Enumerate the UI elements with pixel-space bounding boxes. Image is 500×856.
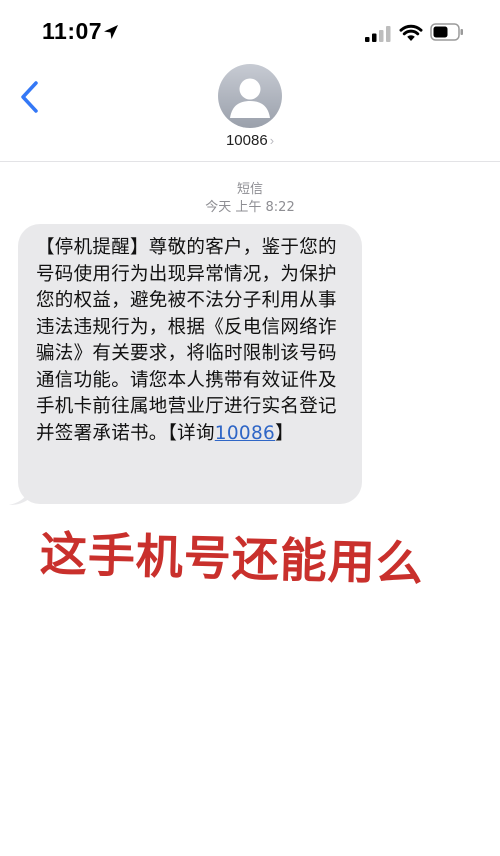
chevron-left-icon[interactable] — [18, 80, 40, 114]
message-bubble[interactable]: 【停机提醒】尊敬的客户，鉴于您的号码使用行为出现异常情况，为保护您的权益，避免被… — [18, 224, 362, 504]
bubble-tail — [9, 488, 30, 505]
message-trailing: 】 — [275, 422, 294, 444]
wifi-icon — [399, 24, 423, 41]
message-service-label: 短信 — [236, 182, 263, 197]
message-text: 【停机提醒】尊敬的客户，鉴于您的号码使用行为出现异常情况，为保护您的权益，避免被… — [36, 235, 348, 447]
contact-chevron-icon: › — [269, 133, 275, 148]
screen: 11:07 10086 › 短信 今天 上午 8:22 【停机提醒】尊敬的客户，… — [0, 0, 500, 856]
handwritten-annotation: 这手机号还能用么 — [39, 527, 425, 593]
conversation-header: 10086 › — [0, 62, 500, 162]
battery-icon — [430, 23, 463, 41]
status-bar: 11:07 — [0, 0, 500, 62]
status-time: 11:07 — [42, 18, 103, 44]
message-link[interactable]: 10086 — [215, 423, 275, 444]
message-timestamp: 今天 上午 8:22 — [205, 200, 295, 215]
avatar[interactable] — [218, 64, 282, 128]
message-body: 【停机提醒】尊敬的客户，鉴于您的号码使用行为出现异常情况，为保护您的权益，避免被… — [36, 237, 337, 444]
signal-icon — [365, 26, 391, 42]
contact-name[interactable]: 10086 › — [0, 132, 500, 149]
location-arrow-icon — [104, 25, 118, 39]
contact-number[interactable]: 10086 — [226, 132, 268, 149]
person-icon — [230, 78, 270, 118]
